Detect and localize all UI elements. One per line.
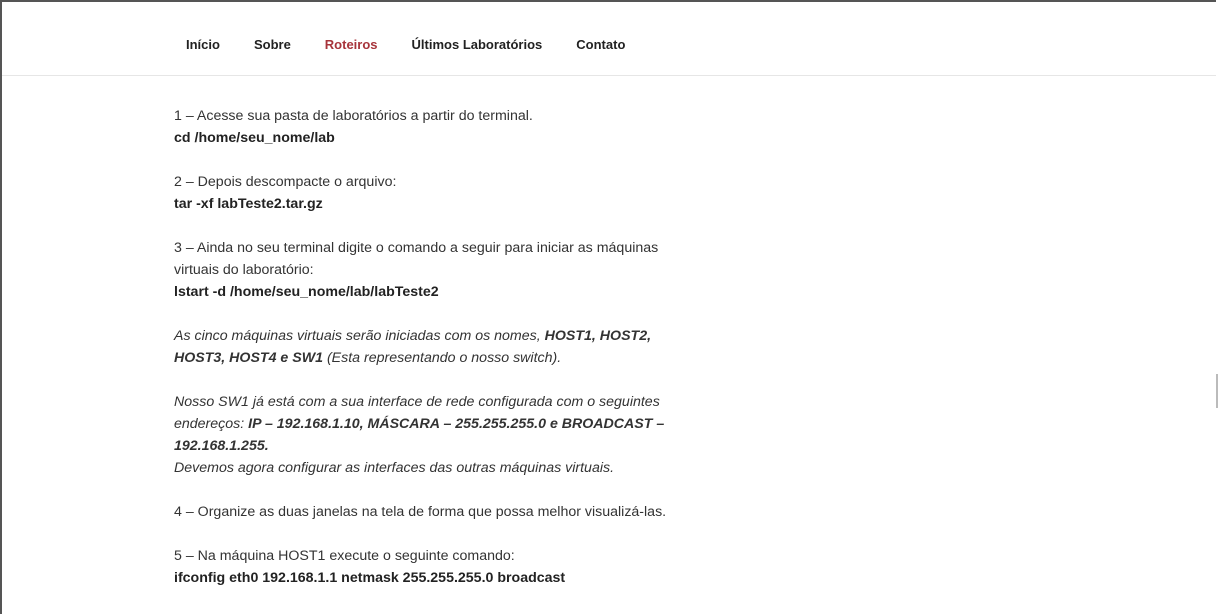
step-4: 4 – Organize as duas janelas na tela de …	[174, 501, 694, 523]
step-4-text: 4 – Organize as duas janelas na tela de …	[174, 504, 667, 520]
sw1-next: Devemos agora configurar as interfaces d…	[174, 460, 615, 476]
nav-item-inicio: Início	[186, 36, 254, 54]
nav-item-ultimos-laboratorios: Últimos Laboratórios	[412, 36, 577, 54]
step-3-text: 3 – Ainda no seu terminal digite o coman…	[174, 240, 659, 278]
sw1-paragraph: Nosso SW1 já está com a sua interface de…	[174, 391, 694, 479]
step-2-text: 2 – Depois descompacte o arquivo:	[174, 174, 397, 190]
nav-link-ultimos-laboratorios[interactable]: Últimos Laboratórios	[412, 37, 543, 52]
step-3: 3 – Ainda no seu terminal digite o coman…	[174, 237, 694, 303]
nav-link-contato[interactable]: Contato	[576, 37, 625, 52]
nav-link-sobre[interactable]: Sobre	[254, 37, 291, 52]
step-5: 5 – Na máquina HOST1 execute o seguinte …	[174, 545, 694, 589]
nav-item-sobre: Sobre	[254, 36, 325, 54]
step-5-text: 5 – Na máquina HOST1 execute o seguinte …	[174, 548, 515, 564]
sw1-address: IP – 192.168.1.10, MÁSCARA – 255.255.255…	[174, 416, 665, 454]
nav-item-contato: Contato	[576, 36, 659, 54]
nav-link-inicio[interactable]: Início	[186, 37, 220, 52]
vms-note: (Esta representando o nosso switch).	[323, 350, 562, 366]
article-content: 1 – Acesse sua pasta de laboratórios a p…	[174, 105, 694, 611]
step-2: 2 – Depois descompacte o arquivo: tar -x…	[174, 171, 694, 215]
step-3-command: lstart -d /home/seu_nome/lab/labTeste2	[174, 284, 439, 300]
nav-item-roteiros: Roteiros	[325, 36, 412, 54]
step-1-text: 1 – Acesse sua pasta de laboratórios a p…	[174, 108, 533, 124]
vms-paragraph: As cinco máquinas virtuais serão iniciad…	[174, 325, 694, 369]
step-1-command: cd /home/seu_nome/lab	[174, 130, 335, 146]
step-5-command: ifconfig eth0 192.168.1.1 netmask 255.25…	[174, 570, 566, 586]
step-1: 1 – Acesse sua pasta de laboratórios a p…	[174, 105, 694, 149]
nav-link-roteiros[interactable]: Roteiros	[325, 37, 378, 52]
vms-intro: As cinco máquinas virtuais serão iniciad…	[174, 328, 545, 344]
nav-menu: Início Sobre Roteiros Últimos Laboratóri…	[186, 36, 659, 54]
top-navigation: Início Sobre Roteiros Últimos Laboratóri…	[2, 2, 1216, 76]
step-2-command: tar -xf labTeste2.tar.gz	[174, 196, 323, 212]
